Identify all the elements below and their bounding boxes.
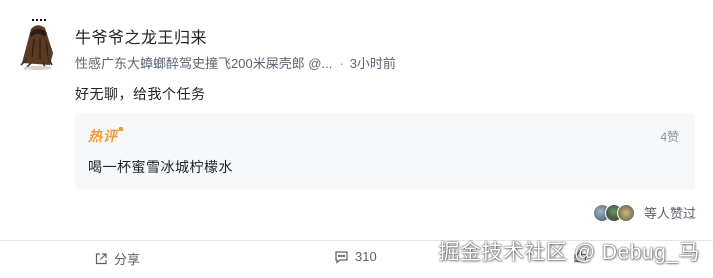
badge-dot-icon xyxy=(119,127,123,131)
hot-comment-badge: 热评 xyxy=(88,126,123,146)
share-icon xyxy=(95,252,107,264)
post-meta: 性感广东大蟑螂醉驾史撞飞200米屎壳郎 @... · 3小时前 xyxy=(75,53,396,72)
likers-summary[interactable]: 等人赞过 xyxy=(592,203,696,222)
avatar[interactable] xyxy=(19,19,57,71)
watermark: 掘金技术社区 @ Debug_马 xyxy=(438,241,700,264)
likers-text: 等人赞过 xyxy=(643,206,696,221)
author-name[interactable]: 牛爷爷之龙王归来 xyxy=(75,24,207,48)
comment-count: 310 xyxy=(355,249,377,264)
post-time: 3小时前 xyxy=(349,56,396,71)
hot-comment-text: 喝一杯蜜雪冰城柠檬水 xyxy=(88,159,233,175)
hot-comment-likes: 4赞 xyxy=(660,130,679,144)
author-title: 性感广东大蟑螂醉驾史撞飞200米屎壳郎 @... xyxy=(75,56,333,71)
share-label: 分享 xyxy=(114,252,141,267)
meta-separator: · xyxy=(339,56,344,71)
comment-button[interactable]: 310 xyxy=(334,249,377,264)
hot-comment[interactable]: 热评 4赞 喝一杯蜜雪冰城柠檬水 xyxy=(75,113,695,190)
share-button[interactable]: 分享 xyxy=(94,249,140,268)
comment-icon xyxy=(335,250,348,264)
post-content: 好无聊，给我个任务 xyxy=(75,86,206,102)
liker-avatars xyxy=(592,203,635,222)
liker-avatar xyxy=(616,203,635,222)
